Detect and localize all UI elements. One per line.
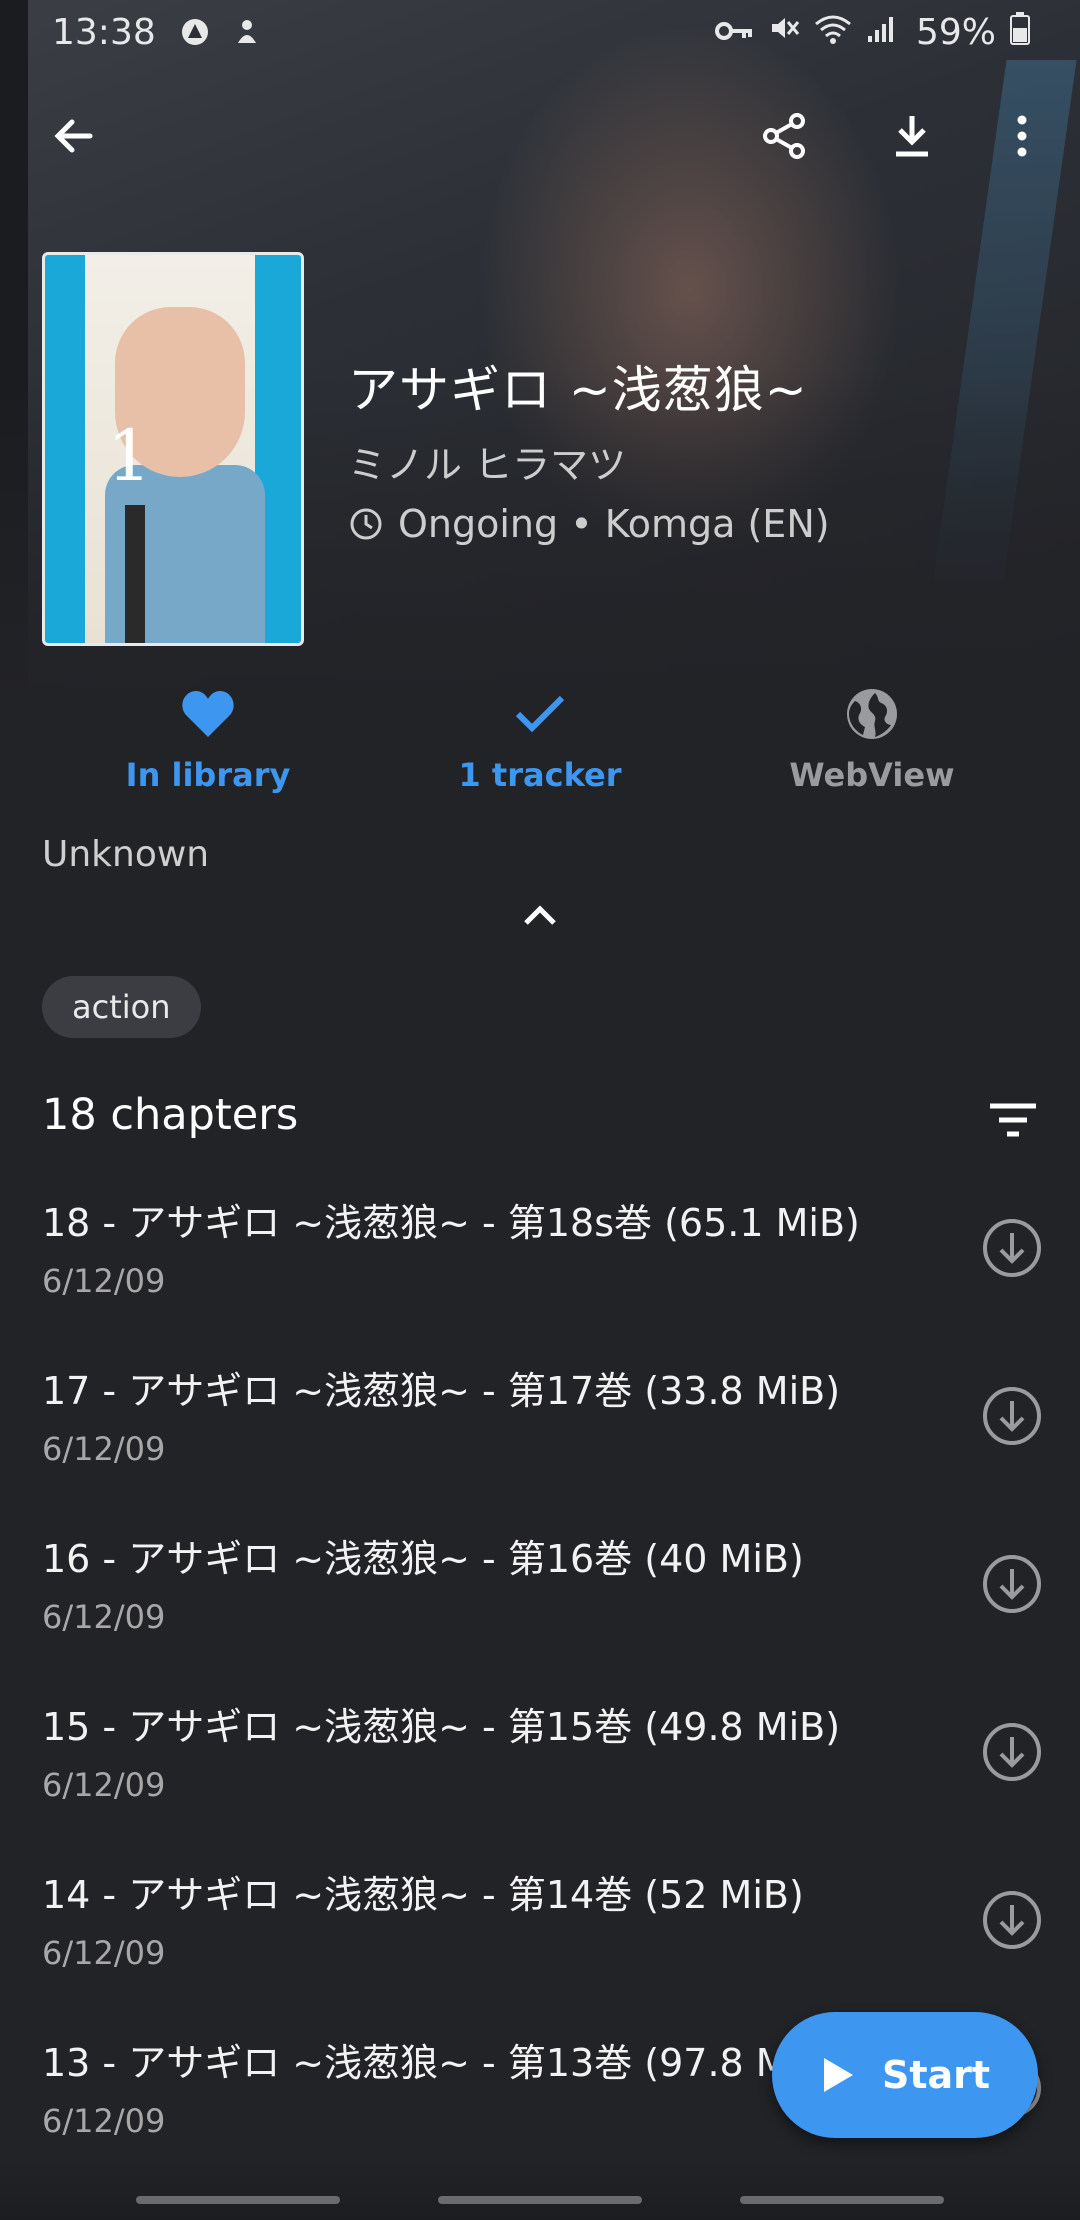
download-circle-icon (983, 1219, 1041, 1277)
vpn-key-icon (714, 12, 754, 53)
chapter-date: 6/12/09 (42, 1766, 166, 1804)
chapter-item[interactable]: 16 - アサギロ ~浅葱狼~ - 第16巻 (40 MiB) 6/12/09 (0, 1506, 1080, 1674)
download-circle-icon (983, 1555, 1041, 1613)
share-icon (763, 113, 805, 159)
overflow-menu-icon (1017, 115, 1027, 157)
chapter-download-button[interactable] (980, 1216, 1044, 1280)
manga-title: アサギロ ~浅葱狼~ (348, 361, 808, 419)
webview-label: WebView (789, 756, 955, 794)
check-icon (510, 684, 570, 744)
status-time: 13:38 (52, 11, 156, 53)
start-label: Start (881, 2053, 991, 2097)
chapter-title: 14 - アサギロ ~浅葱狼~ - 第14巻 (52 MiB) (42, 1873, 804, 1917)
collapse-description-button[interactable] (510, 890, 570, 940)
webview-button[interactable]: WebView (722, 684, 1022, 804)
download-circle-icon (983, 1387, 1041, 1445)
chapter-download-button[interactable] (980, 1384, 1044, 1448)
status-bar: 13:38 59% (0, 0, 1080, 64)
manga-status: Ongoing • Komga (EN) (398, 502, 830, 546)
back-arrow-icon (54, 119, 93, 153)
filter-list-icon (990, 1103, 1036, 1137)
share-button[interactable] (744, 96, 824, 176)
chapter-download-button[interactable] (980, 1720, 1044, 1784)
nav-hint (136, 2196, 340, 2204)
chapter-date: 6/12/09 (42, 1598, 166, 1636)
chapter-download-button[interactable] (980, 1552, 1044, 1616)
action-row: In library 1 tracker WebView (0, 684, 1080, 804)
battery-percent: 59% (915, 11, 996, 53)
download-circle-icon (983, 1891, 1041, 1949)
start-reading-button[interactable]: Start (772, 2012, 1038, 2138)
chapter-item[interactable]: 15 - アサギロ ~浅葱狼~ - 第15巻 (49.8 MiB) 6/12/0… (0, 1674, 1080, 1842)
chapter-date: 6/12/09 (42, 1262, 166, 1300)
mute-icon (768, 12, 800, 53)
chevron-up-icon (524, 905, 556, 925)
genre-chip[interactable]: action (42, 976, 201, 1038)
notification-icon (230, 15, 264, 49)
download-circle-icon (983, 1723, 1041, 1781)
chapter-date: 6/12/09 (42, 1430, 166, 1468)
tracker-label: 1 tracker (458, 756, 622, 794)
manga-cover[interactable]: 1 (42, 252, 304, 646)
globe-icon (842, 684, 902, 744)
battery-icon (1010, 11, 1030, 54)
heart-icon (178, 684, 238, 744)
nav-hint (438, 2196, 642, 2204)
in-library-button[interactable]: In library (58, 684, 358, 804)
chapter-item[interactable]: 14 - アサギロ ~浅葱狼~ - 第14巻 (52 MiB) 6/12/09 (0, 1842, 1080, 2010)
signal-icon (866, 12, 896, 53)
chapter-item[interactable]: 17 - アサギロ ~浅葱狼~ - 第17巻 (33.8 MiB) 6/12/0… (0, 1338, 1080, 1506)
clock-icon (348, 506, 384, 542)
chapter-title: 17 - アサギロ ~浅葱狼~ - 第17巻 (33.8 MiB) (42, 1369, 841, 1413)
download-button[interactable] (872, 96, 952, 176)
manga-author: ミノル ヒラマツ (348, 443, 627, 487)
chapters-count: 18 chapters (42, 1090, 299, 1140)
manga-status-row: Ongoing • Komga (EN) (348, 502, 830, 546)
manga-description: Unknown (42, 834, 210, 875)
chapter-download-button[interactable] (980, 1888, 1044, 1952)
chapter-date: 6/12/09 (42, 1934, 166, 1972)
play-icon (823, 2058, 853, 2092)
overflow-menu-button[interactable] (982, 96, 1062, 176)
chapter-title: 15 - アサギロ ~浅葱狼~ - 第15巻 (49.8 MiB) (42, 1705, 841, 1749)
chapter-date: 6/12/09 (42, 2102, 166, 2140)
wifi-icon (814, 12, 852, 53)
android-auto-icon (178, 15, 212, 49)
bottom-fade (0, 2160, 1080, 2220)
nav-hint (740, 2196, 944, 2204)
chapter-title: 16 - アサギロ ~浅葱狼~ - 第16巻 (40 MiB) (42, 1537, 804, 1581)
chapter-item[interactable]: 18 - アサギロ ~浅葱狼~ - 第18s巻 (65.1 MiB) 6/12/… (0, 1170, 1080, 1338)
back-button[interactable] (34, 96, 114, 176)
toolbar (0, 96, 1080, 176)
chapter-title: 18 - アサギロ ~浅葱狼~ - 第18s巻 (65.1 MiB) (42, 1201, 860, 1245)
filter-button[interactable] (980, 1090, 1046, 1150)
chapter-title: 13 - アサギロ ~浅葱狼~ - 第13巻 (97.8 MiB) (42, 2041, 841, 2085)
download-icon (896, 116, 928, 157)
tracker-button[interactable]: 1 tracker (390, 684, 690, 804)
in-library-label: In library (125, 756, 291, 794)
